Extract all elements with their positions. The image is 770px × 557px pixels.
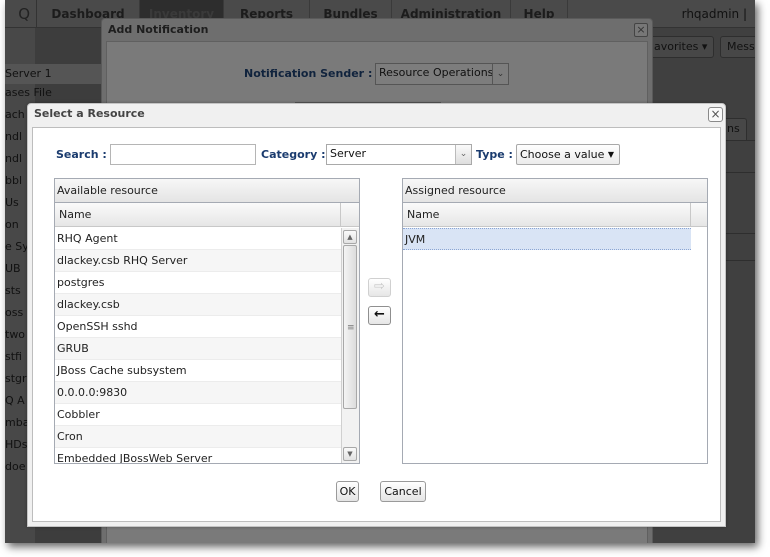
list-item[interactable]: Cobbler [55,404,341,426]
tree-item[interactable]: ases File [5,86,105,99]
column-header-name[interactable]: Name [55,203,341,226]
remove-resource-button[interactable]: ← [368,306,391,325]
list-item[interactable]: RHQ Agent [55,228,341,250]
notification-sender-select[interactable]: Resource Operations ⌄ [375,63,509,85]
list-item[interactable]: GRUB [55,338,341,360]
grid-header: Name [55,203,359,227]
grid-header: Name [403,203,707,227]
type-value: Choose a value [520,148,605,161]
list-item[interactable]: Embedded JBossWeb Server [55,448,341,463]
app-logo: Q [5,0,37,28]
grip-icon: ≡ [347,323,355,333]
list-item[interactable]: JVM [403,228,691,250]
list-item[interactable]: dlackey.csb RHQ Server [55,250,341,272]
list-item[interactable]: Cron [55,426,341,448]
assigned-resource-grid: Assigned resource Name JVM [402,178,708,464]
scrollbar-thumb[interactable]: ≡ [343,245,357,409]
list-item[interactable]: postgres [55,272,341,294]
assigned-resource-list: JVM [403,228,691,250]
chevron-down-icon: ⌄ [492,64,508,84]
close-icon[interactable]: × [634,23,648,37]
type-select[interactable]: Choose a value ▼ [516,144,620,165]
ok-button[interactable]: OK [336,481,359,502]
arrow-left-icon: ← [374,307,385,322]
chevron-down-icon: ⌄ [455,145,471,164]
list-item[interactable]: OpenSSH sshd [55,316,341,338]
search-input[interactable] [110,144,256,165]
list-item[interactable]: dlackey.csb [55,294,341,316]
list-item[interactable]: JBoss Cache subsystem [55,360,341,382]
dropdown-arrow-icon: ▼ [607,150,614,159]
scroll-up-icon[interactable]: ▲ [343,230,357,244]
notification-sender-label: Notification Sender : [244,67,373,80]
category-value: Server [330,147,367,160]
dialog-title: Select a Resource [34,107,145,120]
messages-button[interactable]: Messa [720,36,755,58]
tree-item[interactable]: Server 1 [5,64,105,84]
browser-window: Q Dashboard Inventory Reports Bundles Ad… [5,0,755,543]
notification-sender-value: Resource Operations [379,66,494,79]
scroll-down-icon[interactable]: ▼ [343,447,357,461]
column-header-name[interactable]: Name [403,203,691,226]
category-label: Category : [261,148,326,161]
dialog-body: Search : Category : Server ⌄ Type : Choo… [32,127,721,522]
dialog-title: Add Notification [108,23,209,36]
favorites-button[interactable]: avorites ▾ [647,36,715,58]
list-item[interactable]: 0.0.0.0:9830 [55,382,341,404]
search-label: Search : [56,148,107,161]
vertical-scrollbar[interactable]: ▲ ≡ ▼ [341,228,359,463]
cancel-button[interactable]: Cancel [380,481,426,502]
available-resource-list: RHQ Agent dlackey.csb RHQ Server postgre… [55,228,341,463]
close-icon[interactable]: × [708,107,723,122]
type-label: Type : [476,148,513,161]
available-resource-grid: Available resource Name RHQ Agent dlacke… [54,178,360,464]
select-resource-dialog: Select a Resource × Search : Category : … [27,103,726,527]
user-menu[interactable]: rhqadmin | [682,0,747,28]
category-select[interactable]: Server ⌄ [326,144,472,165]
add-resource-button[interactable]: ⇨ [368,278,391,297]
grid-caption: Available resource [55,179,359,203]
grid-caption: Assigned resource [403,179,707,203]
